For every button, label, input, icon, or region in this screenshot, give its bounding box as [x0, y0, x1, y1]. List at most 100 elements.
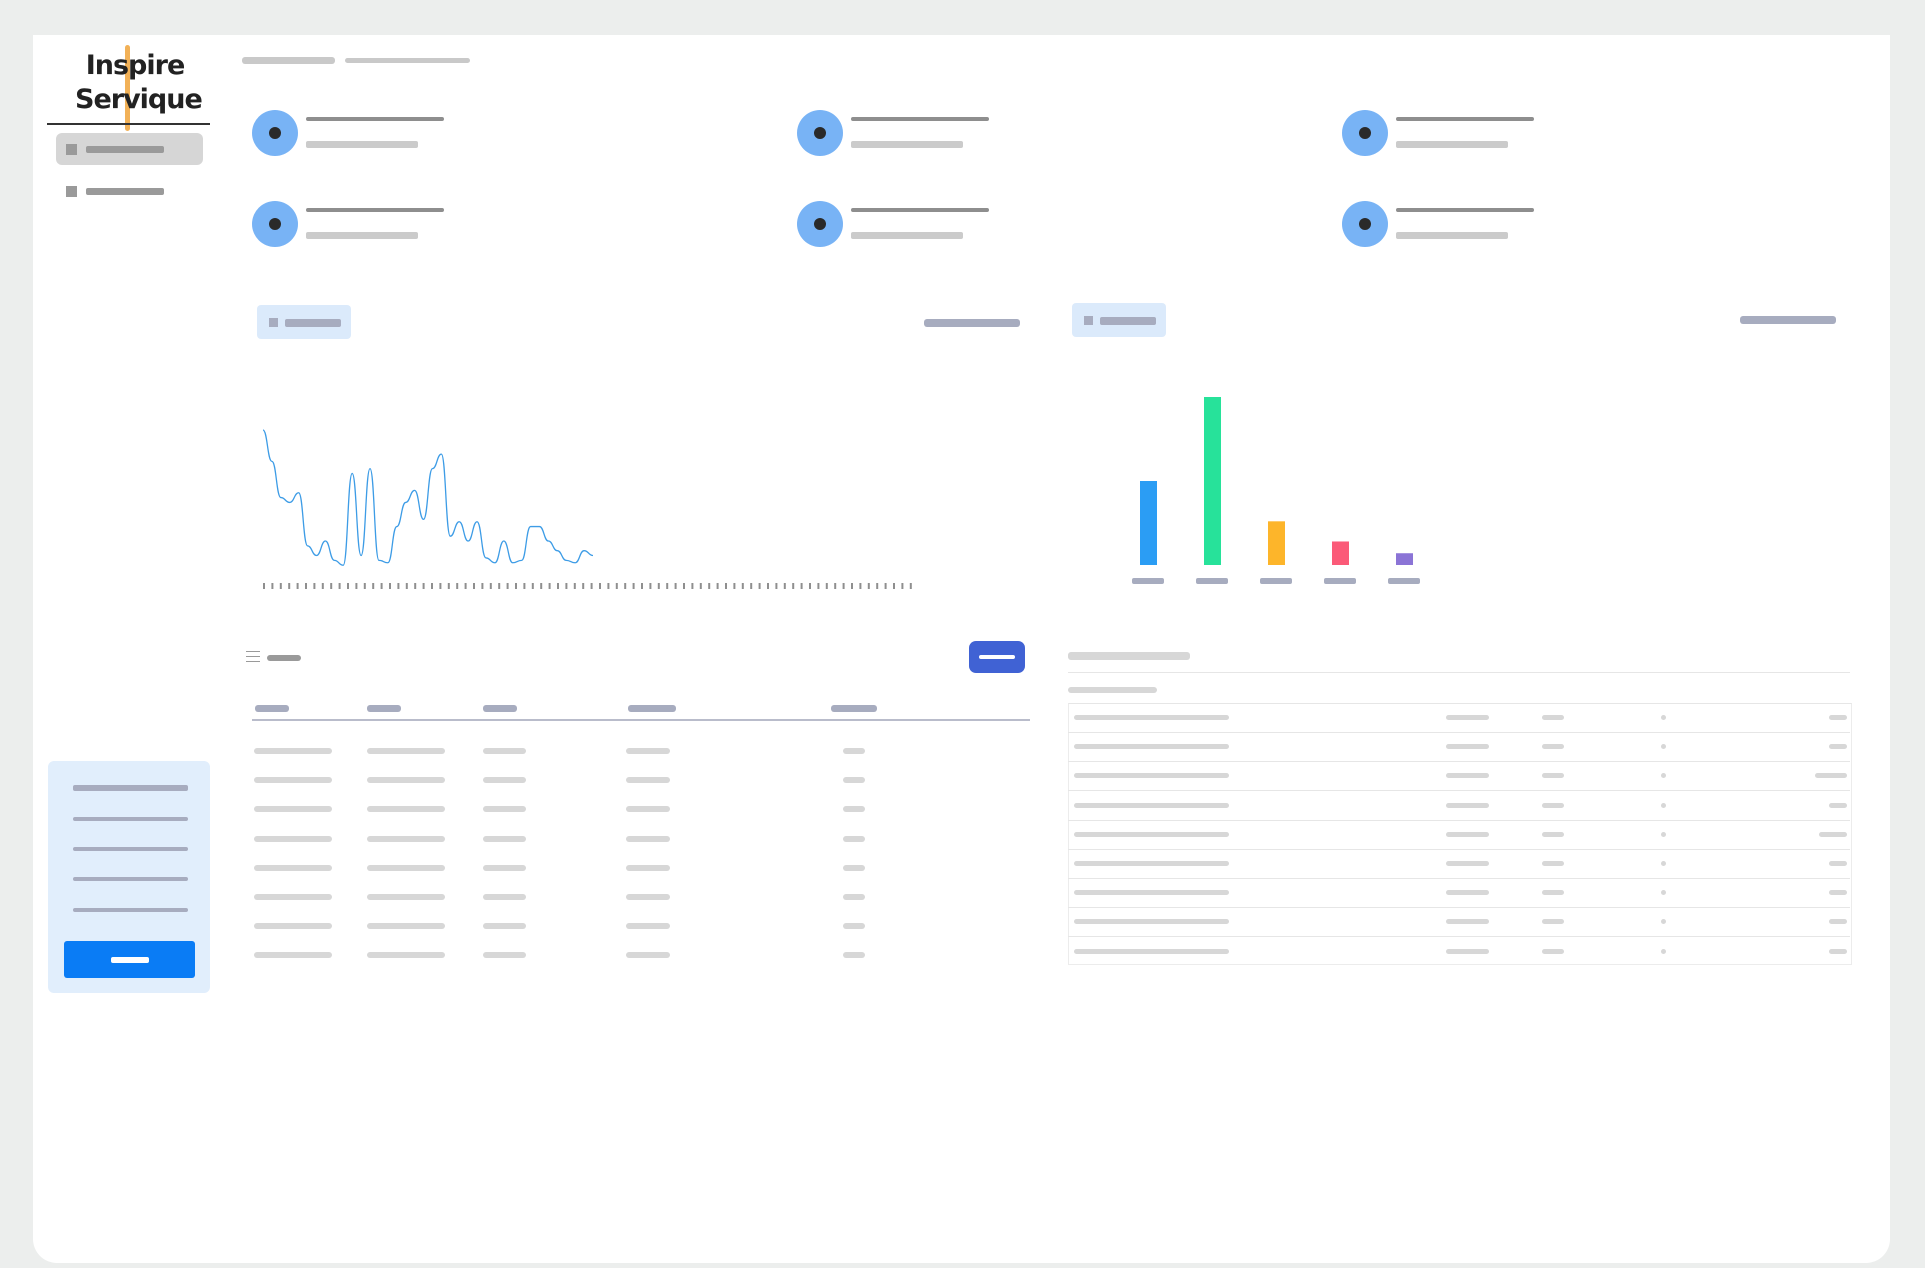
column-header[interactable] [367, 705, 401, 712]
stat-label [1396, 141, 1508, 148]
square-icon [66, 186, 77, 197]
menu-icon[interactable] [246, 651, 260, 663]
x-tick [473, 583, 475, 589]
table-cell [1074, 948, 1229, 954]
x-tick [305, 583, 307, 589]
stat-icon [1342, 110, 1388, 156]
promo-button[interactable] [64, 941, 195, 978]
x-tick [389, 583, 391, 589]
table-cell [483, 894, 526, 900]
breadcrumb-item-1[interactable] [242, 57, 335, 64]
table-cell [254, 777, 332, 784]
x-tick [590, 583, 593, 589]
table-cell [483, 806, 526, 813]
table-cell [367, 748, 445, 754]
x-tick [431, 583, 433, 589]
x-tick [876, 583, 879, 589]
row-divider [1068, 848, 1850, 850]
table-cell [483, 835, 526, 842]
table-cell [626, 835, 670, 842]
table-cell [626, 777, 670, 784]
sidebar-item-2[interactable] [56, 175, 203, 207]
table-cell [1074, 861, 1229, 866]
x-tick [641, 583, 643, 589]
line-series [262, 429, 594, 566]
x-tick [279, 583, 282, 589]
stat-label [851, 141, 963, 148]
bar-chart-link[interactable] [1740, 316, 1836, 324]
x-tick [809, 583, 811, 589]
x-tick [825, 583, 828, 589]
table-cell [1661, 831, 1666, 837]
x-tick [338, 583, 341, 589]
table-cell [254, 806, 332, 813]
table-subtitle [1068, 687, 1157, 693]
bar[interactable] [1396, 553, 1413, 565]
table-cell [626, 952, 670, 959]
x-tick [783, 583, 786, 589]
column-header[interactable] [831, 705, 877, 712]
x-tick [867, 583, 870, 589]
table-cell [626, 894, 670, 900]
x-tick [708, 583, 711, 589]
stat-value [851, 208, 989, 212]
x-tick [321, 583, 324, 589]
x-tick [691, 583, 694, 589]
x-tick [901, 583, 904, 589]
stat-icon [252, 201, 298, 247]
x-tick [666, 583, 669, 589]
table-cell [367, 952, 445, 959]
table-cell [1542, 831, 1564, 837]
table-cell [367, 894, 445, 900]
tab-label [1100, 317, 1156, 325]
table-cell [1661, 861, 1666, 866]
stat-label [851, 232, 963, 239]
stat-value [1396, 117, 1534, 121]
line-chart [262, 429, 912, 589]
x-tick [330, 583, 333, 589]
column-header[interactable] [255, 705, 289, 712]
table-cell [843, 748, 865, 754]
column-header[interactable] [628, 705, 676, 712]
row-divider [1068, 732, 1850, 733]
sidebar-item-1[interactable] [56, 133, 203, 165]
x-tick [817, 583, 820, 589]
promo-line [73, 908, 188, 912]
stat-value [1396, 208, 1534, 212]
x-tick [456, 583, 459, 589]
row-divider [1068, 819, 1850, 821]
add-button[interactable] [969, 641, 1025, 673]
table-cell [367, 806, 445, 813]
breadcrumb-item-2[interactable] [345, 58, 470, 63]
bar[interactable] [1268, 521, 1285, 565]
table-cell [254, 864, 332, 871]
table-title [1068, 652, 1190, 660]
column-header[interactable] [483, 705, 517, 712]
promo-button-label [111, 957, 149, 963]
bar[interactable] [1204, 397, 1221, 565]
x-tick [775, 583, 778, 589]
x-tick [288, 583, 291, 589]
table-cell [1074, 831, 1229, 837]
table-cell [843, 835, 865, 842]
x-tick [347, 583, 349, 589]
x-tick [498, 583, 501, 589]
row-divider [1068, 907, 1850, 909]
table-cell [1819, 831, 1847, 837]
logo-line-1: Inspire [85, 50, 186, 81]
stat-value [851, 117, 989, 121]
table-cell [1074, 715, 1229, 720]
table-cell [843, 806, 865, 813]
bar[interactable] [1332, 541, 1349, 565]
bar-chart-tab[interactable] [1072, 303, 1166, 337]
x-tick [834, 583, 837, 589]
table-cell [1661, 802, 1666, 808]
x-tick [699, 583, 702, 589]
line-chart-tab[interactable] [257, 305, 351, 339]
table-cell [1446, 744, 1489, 750]
stat-label [306, 232, 418, 239]
line-chart-link[interactable] [924, 319, 1020, 327]
x-tick [372, 583, 375, 589]
bar[interactable] [1140, 481, 1157, 565]
table-cell [843, 777, 865, 784]
